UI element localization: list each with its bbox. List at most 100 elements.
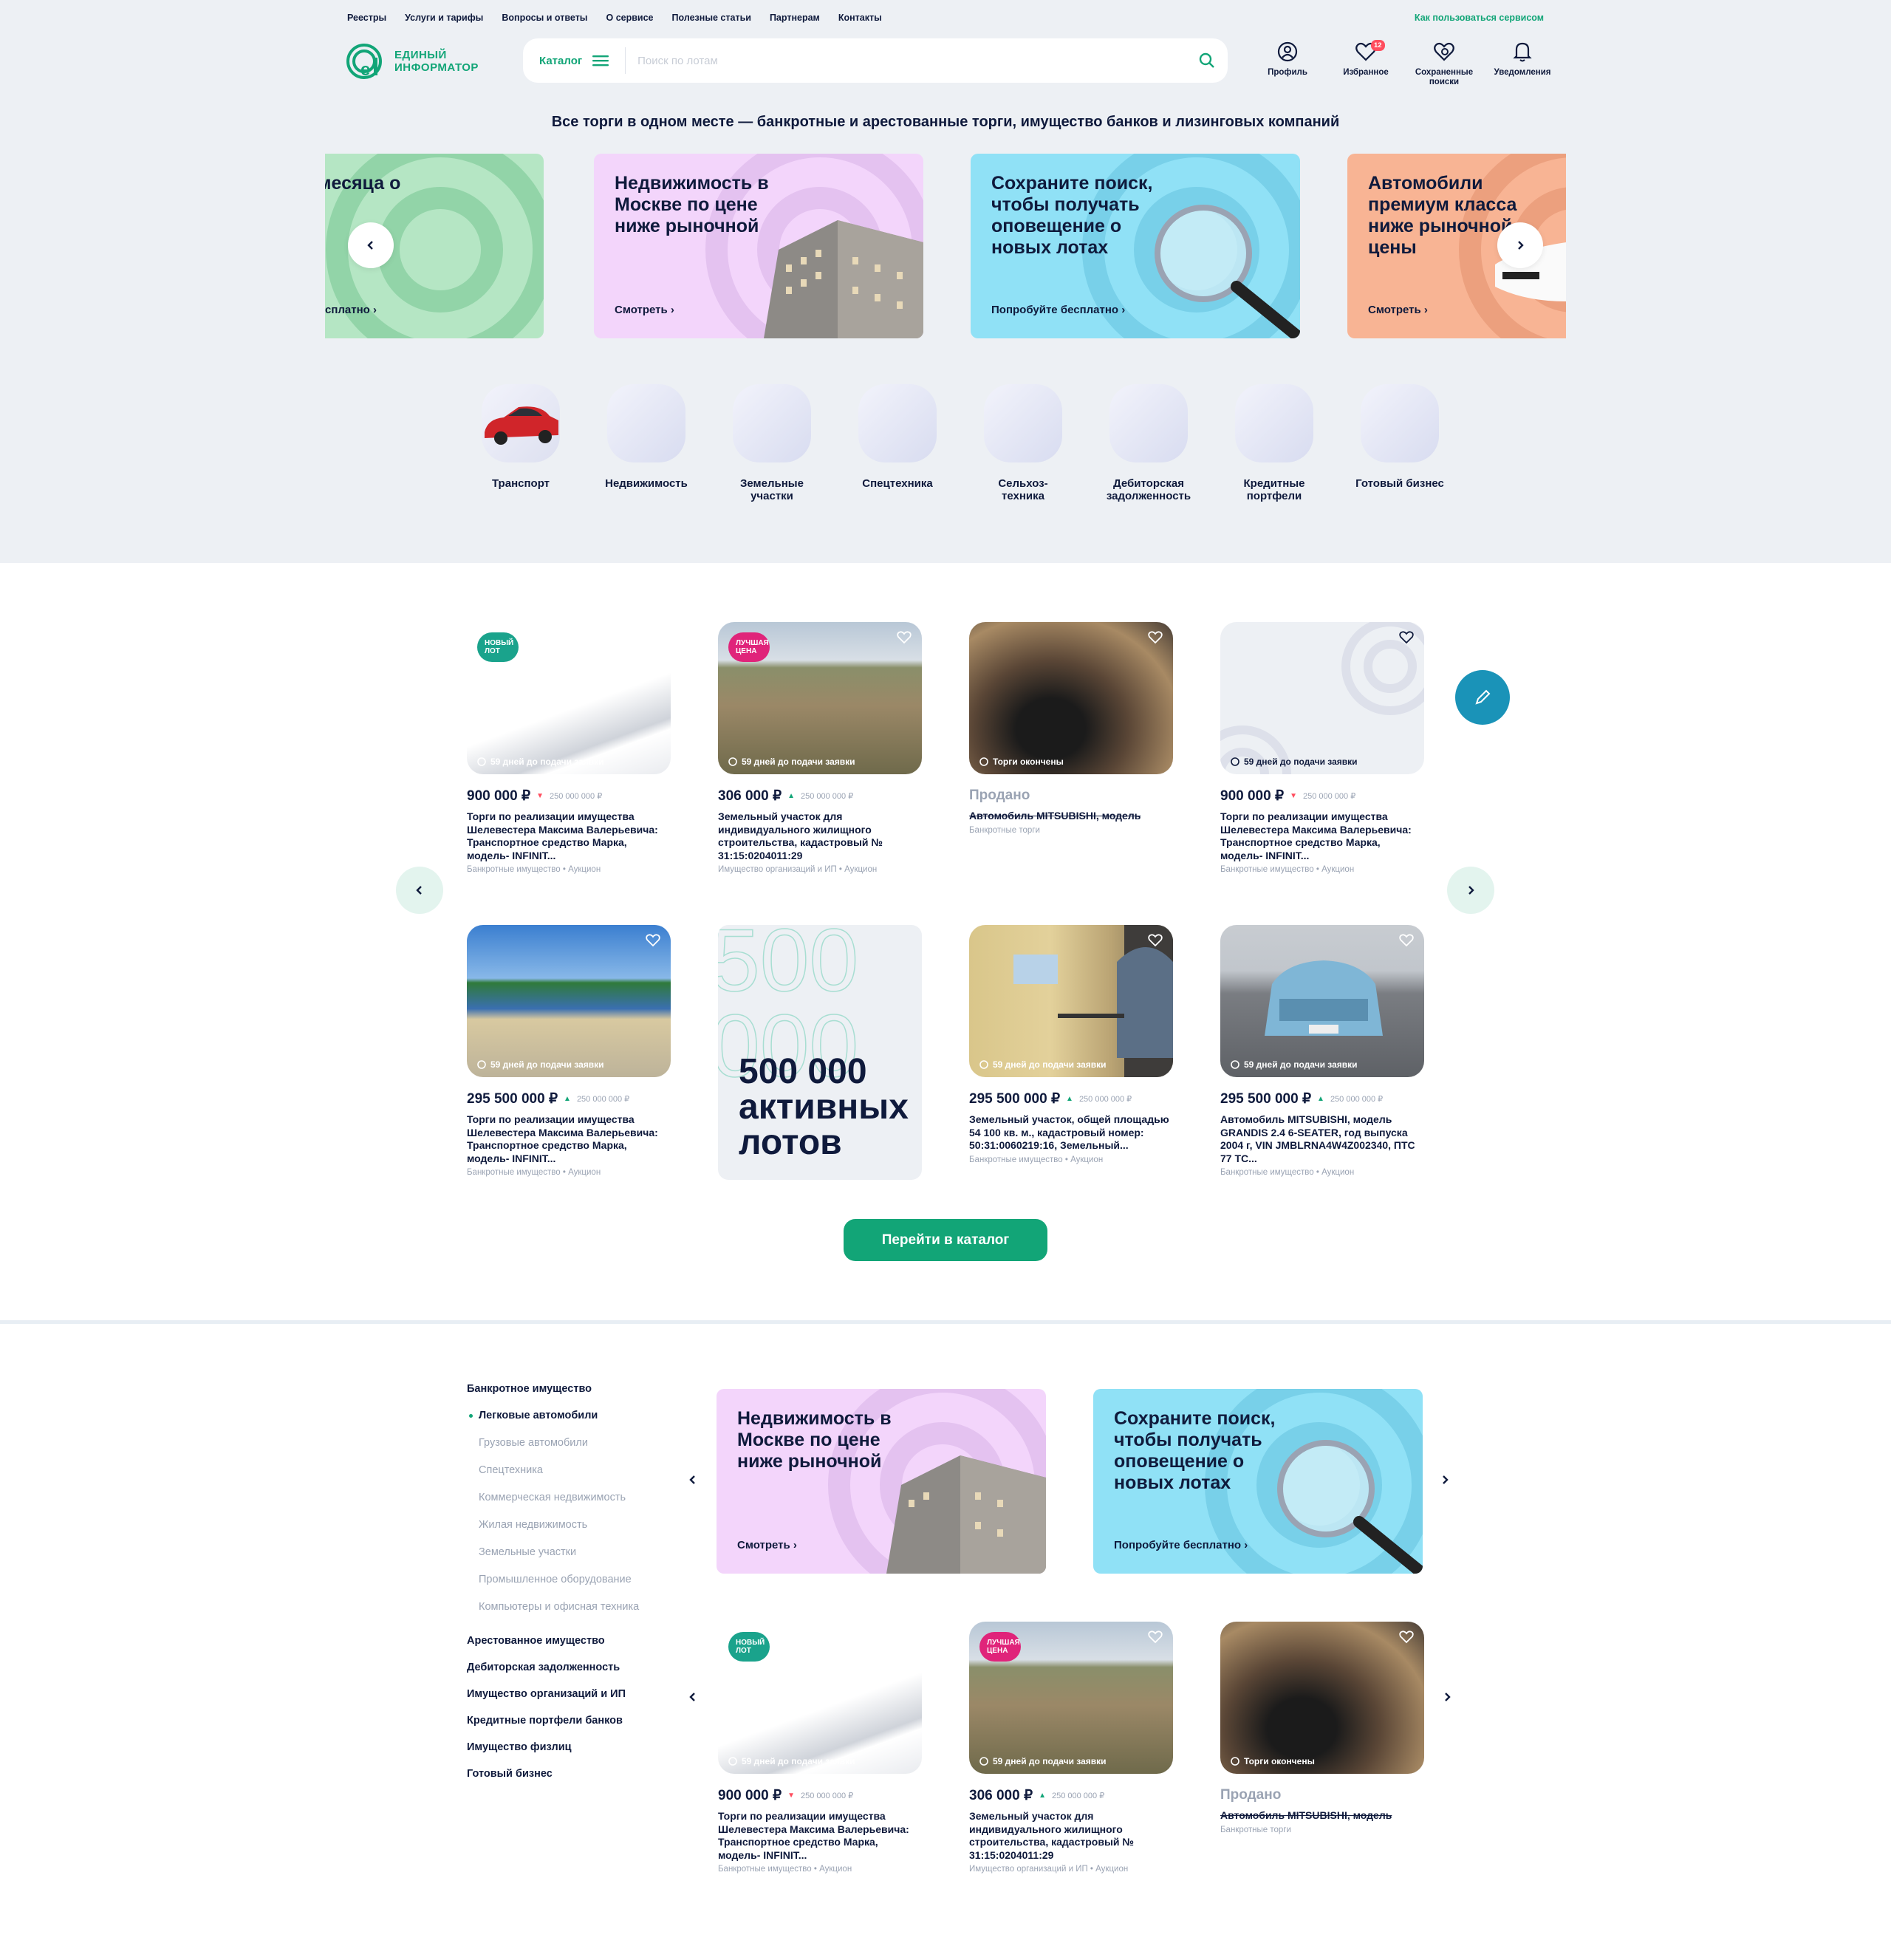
lot-meta: Банкротные имущество • Аукцион (718, 1865, 852, 1874)
lot-card[interactable]: ЛУЧШАЯ ЦЕНА 59 дней до подачи заявки 306… (718, 622, 922, 874)
lot-card[interactable]: ЛУЧШАЯ ЦЕНА 59 дней до подачи заявки 306… (969, 1622, 1173, 1874)
favorite-heart-icon[interactable] (1148, 1631, 1163, 1644)
banner-link[interactable]: Попробуйте бесплатно › (991, 304, 1125, 316)
banner-link[interactable]: Смотреть › (1368, 304, 1428, 316)
lot-title[interactable]: Торги по реализации имущества Шелевестер… (718, 1810, 922, 1862)
feedback-fab[interactable] (1455, 670, 1510, 725)
lots-prev-button[interactable] (396, 867, 443, 914)
rings-decoration (1220, 622, 1424, 774)
nav-link-partners[interactable]: Партнерам (770, 13, 820, 23)
category-land[interactable]: Земельные участки (709, 384, 835, 502)
lot-card[interactable]: 59 дней до подачи заявки 900 000 ₽ ▼ 250 0… (1220, 622, 1424, 874)
lower-lots-next-button[interactable] (1443, 1692, 1451, 1706)
sidebar-section-arrested[interactable]: Арестованное имущество (467, 1635, 688, 1647)
sidebar-sub-commercial[interactable]: Коммерческая недвижимость (479, 1492, 688, 1503)
lot-title[interactable]: Земельный участок, общей площадью 54 100… (969, 1113, 1173, 1153)
category-credit-portfolios[interactable]: Кредитные портфели (1211, 384, 1337, 502)
sidebar-sub-computers[interactable]: Компьютеры и офисная техника (479, 1601, 688, 1613)
category-business[interactable]: Готовый бизнес (1337, 384, 1463, 502)
favorite-heart-icon[interactable] (1148, 631, 1163, 644)
category-transport[interactable]: Транспорт (458, 384, 584, 502)
sidebar-sub-cars[interactable]: Легковые автомобили (469, 1410, 688, 1421)
sidebar-section-business[interactable]: Готовый бизнес (467, 1768, 688, 1780)
lot-title[interactable]: Автомобиль MITSUBISHI, модель (1220, 1809, 1424, 1823)
nav-link-services[interactable]: Услуги и тарифы (405, 13, 483, 23)
lot-card[interactable]: 59 дней до подачи заявки 295 500 000 ₽ ▲ 2… (969, 925, 1173, 1164)
sidebar-section-bank-portfolios[interactable]: Кредитные портфели банков (467, 1715, 688, 1727)
search-icon[interactable] (1186, 52, 1228, 69)
saved-searches-button[interactable]: Сохраненные поиски (1405, 41, 1483, 87)
sidebar-section-individuals[interactable]: Имущество физлиц (467, 1741, 688, 1753)
banner-card[interactable]: Недвижимость в Москве по цене ниже рыноч… (717, 1389, 1046, 1574)
category-special-equipment[interactable]: Спецтехника (835, 384, 960, 502)
favorite-heart-icon[interactable] (897, 631, 912, 644)
lot-title[interactable]: Автомобиль MITSUBISHI, модель (969, 810, 1173, 823)
promo-next-button[interactable] (1440, 1475, 1449, 1489)
banner-card[interactable]: Недвижимость в Москве по цене ниже рыноч… (594, 154, 923, 338)
favorite-heart-icon[interactable] (646, 631, 660, 644)
banner-title: месяца о (325, 173, 401, 194)
favorite-heart-icon[interactable] (1399, 631, 1414, 644)
banner-link[interactable]: сплатно › (325, 304, 377, 316)
lot-card[interactable]: 59 дней до подачи заявки 295 500 000 ₽ ▲ 2… (467, 925, 671, 1177)
category-real-estate[interactable]: Недвижимость (584, 384, 709, 502)
lot-price-row: 306 000 ₽ ▲ 250 000 000 ₽ (718, 788, 922, 805)
sidebar-sub-special[interactable]: Спецтехника (479, 1464, 688, 1476)
lot-card[interactable]: НОВЫЙ ЛОТ 59 дней до подачи заявки 900 0… (467, 622, 671, 874)
search-input[interactable] (637, 54, 1186, 67)
lot-card[interactable]: Торги окончены Продано Автомобиль MITSUB… (1220, 1622, 1424, 1834)
banner-prev-button[interactable] (348, 222, 394, 268)
lot-price: 900 000 ₽ (467, 788, 531, 804)
lot-old-price: 250 000 000 ₽ (1302, 792, 1356, 801)
sidebar-sub-land[interactable]: Земельные участки (479, 1546, 688, 1558)
banner-card[interactable]: Сохраните поиск, чтобы получать оповещен… (971, 154, 1300, 338)
lot-price: 306 000 ₽ (969, 1788, 1033, 1803)
banner-link[interactable]: Смотреть › (737, 1539, 797, 1551)
sidebar-sub-industrial[interactable]: Промышленное оборудование (479, 1574, 688, 1585)
clock-icon (1231, 757, 1239, 766)
nav-link-articles[interactable]: Полезные статьи (672, 13, 751, 23)
lot-card[interactable]: НОВЫЙ ЛОТ 59 дней до подачи заявки 900 0… (718, 1622, 922, 1874)
lots-next-button[interactable] (1447, 867, 1494, 914)
promo-prev-button[interactable] (688, 1475, 697, 1489)
sidebar-sub-residential[interactable]: Жилая недвижимость (479, 1519, 688, 1531)
category-receivables[interactable]: Дебиторская задолженность (1086, 384, 1211, 502)
howto-link[interactable]: Как пользоваться сервисом (1415, 13, 1544, 23)
profile-button[interactable]: Профиль (1248, 41, 1327, 87)
category-agri-equipment[interactable]: Сельхоз-техника (960, 384, 1086, 502)
lot-title[interactable]: Торги по реализации имущества Шелевестер… (467, 1113, 671, 1165)
lower-lots-prev-button[interactable] (688, 1692, 697, 1706)
banner-card[interactable]: Сохраните поиск, чтобы получать оповещен… (1093, 1389, 1423, 1574)
lot-title[interactable]: Земельный участок для индивидуального жи… (969, 1810, 1173, 1862)
nav-link-registries[interactable]: Реестры (347, 13, 386, 23)
favorite-heart-icon[interactable] (646, 934, 660, 947)
catalog-button[interactable]: Каталог (523, 47, 626, 74)
favorite-heart-icon[interactable] (1399, 934, 1414, 947)
favorite-heart-icon[interactable] (1148, 934, 1163, 947)
favorite-heart-icon[interactable] (1399, 1631, 1414, 1644)
sidebar-sub-trucks[interactable]: Грузовые автомобили (479, 1437, 688, 1449)
banner-next-button[interactable] (1497, 222, 1543, 268)
lot-title[interactable]: Автомобиль MITSUBISHI, модель GRANDIS 2.… (1220, 1113, 1424, 1165)
logo[interactable]: e ЕДИНЫЙ ИНФОРМАТОР (346, 43, 479, 80)
lot-card[interactable]: Торги окончены Продано Автомобиль MITSUB… (969, 622, 1173, 835)
sidebar-section-organizations[interactable]: Имущество организаций и ИП (467, 1688, 688, 1700)
lot-title[interactable]: Торги по реализации имущества Шелевестер… (467, 810, 671, 862)
nav-link-contacts[interactable]: Контакты (838, 13, 882, 23)
banner-link[interactable]: Попробуйте бесплатно › (1114, 1539, 1248, 1551)
sidebar-section-receivables[interactable]: Дебиторская задолженность (467, 1662, 688, 1673)
nav-link-about[interactable]: О сервисе (606, 13, 654, 23)
lot-image: 59 дней до подачи заявки (969, 925, 1173, 1077)
go-to-catalog-button[interactable]: Перейти в каталог (844, 1219, 1047, 1261)
favorites-button[interactable]: 12 Избранное (1327, 40, 1405, 87)
clock-icon (1231, 1060, 1239, 1069)
lot-title[interactable]: Торги по реализации имущества Шелевестер… (1220, 810, 1424, 862)
promo-line1: 500 000 (739, 1052, 867, 1091)
notifications-button[interactable]: Уведомления (1483, 41, 1562, 87)
lot-card[interactable]: 59 дней до подачи заявки 295 500 000 ₽ ▲ 2… (1220, 925, 1424, 1177)
banner-link[interactable]: Смотреть › (615, 304, 674, 316)
sidebar-section-bankrupt[interactable]: Банкротное имущество (467, 1383, 688, 1395)
nav-link-faq[interactable]: Вопросы и ответы (502, 13, 587, 23)
lot-title[interactable]: Земельный участок для индивидуального жи… (718, 810, 922, 862)
favorite-heart-icon[interactable] (897, 1631, 912, 1644)
